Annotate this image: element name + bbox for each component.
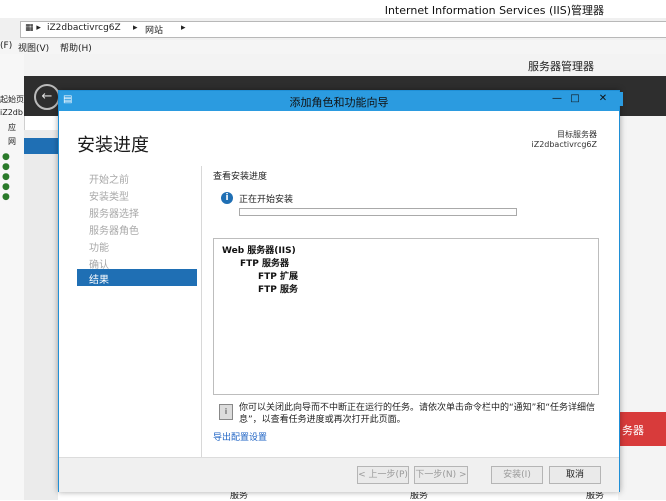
cancel-button[interactable]: 取消 (549, 466, 601, 484)
nav-results-label: 结果 (89, 275, 109, 286)
info-icon: i (221, 192, 233, 204)
close-button[interactable]: ✕ (583, 92, 623, 106)
next-button[interactable]: 下一步(N) > (414, 466, 468, 484)
install-progress-bar (239, 208, 517, 216)
wizard-title: 添加角色和功能向导 (289, 96, 389, 109)
nav-server-roles: 服务器角色 (89, 226, 139, 237)
tree-server[interactable]: iZ2db (0, 108, 23, 117)
view-progress-label: 查看安装进度 (213, 172, 268, 182)
dashboard-icon[interactable] (24, 138, 58, 154)
server-manager-header: 服务器管理器 (24, 54, 666, 77)
address-icon: ▦ ▸ (25, 23, 41, 33)
divider (201, 166, 202, 466)
chevron-right-icon: ▸ (133, 23, 138, 33)
breadcrumb-sites[interactable]: 网站 (145, 23, 163, 36)
menu-help[interactable]: 帮助(H) (60, 41, 92, 54)
target-server-label: 目标服务器 (557, 130, 597, 139)
address-bar[interactable]: ▦ ▸ iZ2dbactivrcg6Z ▸ 网站 ▸ (0, 18, 666, 41)
breadcrumb-server[interactable]: iZ2dbactivrcg6Z (47, 23, 121, 33)
tree-sites[interactable]: 网 (8, 136, 16, 147)
iis-window-title: Internet Information Services (IIS)管理器 (384, 4, 604, 17)
feature-item: FTP 扩展 (258, 272, 299, 282)
feature-item: FTP 服务 (258, 285, 299, 295)
nav-server-selection: 服务器选择 (89, 209, 139, 220)
add-roles-wizard: ▤ 添加角色和功能向导 — □ ✕ 安装进度 目标服务器 iZ2dbactivr… (58, 90, 623, 492)
globe-icon: ● ● ● ● ● (2, 152, 10, 202)
nav-results[interactable]: 结果 (77, 269, 197, 286)
wizard-titlebar[interactable]: ▤ 添加角色和功能向导 — □ ✕ (59, 91, 623, 111)
install-button[interactable]: 安装(I) (491, 466, 543, 484)
iis-connections-pane: 起始页 iZ2db 应 网 ● ● ● ● ● (0, 54, 25, 500)
close-wizard-note: 你可以关闭此向导而不中断正在运行的任务。请依次单击命令栏中的“通知”和“任务详细… (239, 403, 595, 425)
server-tile[interactable]: 务器 (618, 412, 666, 446)
nav-before-you-begin: 开始之前 (89, 175, 129, 186)
server-manager-sidebar (24, 130, 58, 500)
nav-features: 功能 (89, 243, 109, 254)
iis-titlebar: Internet Information Services (IIS)管理器 (0, 0, 666, 18)
previous-button[interactable]: < 上一步(P) (357, 466, 409, 484)
export-config-link[interactable]: 导出配置设置 (213, 430, 267, 443)
chevron-right-icon: ▸ (181, 23, 186, 33)
target-server-name: iZ2dbactivrcg6Z (531, 140, 597, 149)
install-status: 正在开始安装 (239, 195, 294, 205)
feature-list: Web 服务器(IIS) FTP 服务器 FTP 扩展 FTP 服务 (213, 238, 599, 395)
tree-app-pools[interactable]: 应 (8, 122, 16, 133)
address-box[interactable]: ▦ ▸ iZ2dbactivrcg6Z ▸ 网站 ▸ (20, 21, 666, 38)
page-title: 安装进度 (77, 135, 149, 156)
nav-install-type: 安装类型 (89, 192, 129, 203)
menu-bar: (F) 视图(V) 帮助(H) (0, 40, 666, 54)
back-arrow-icon[interactable]: ← (34, 84, 60, 110)
wizard-footer: < 上一步(P) 下一步(N) > 安装(I) 取消 (59, 457, 619, 492)
server-manager-title: 服务器管理器 (528, 60, 594, 73)
tree-start-page[interactable]: 起始页 (0, 94, 24, 105)
menu-view[interactable]: 视图(V) (18, 41, 49, 54)
note-icon: i (219, 404, 233, 420)
feature-item: FTP 服务器 (240, 259, 290, 269)
server-tile-label: 务器 (622, 424, 644, 437)
menu-file[interactable]: (F) (0, 41, 12, 51)
feature-item: Web 服务器(IIS) (222, 246, 296, 256)
